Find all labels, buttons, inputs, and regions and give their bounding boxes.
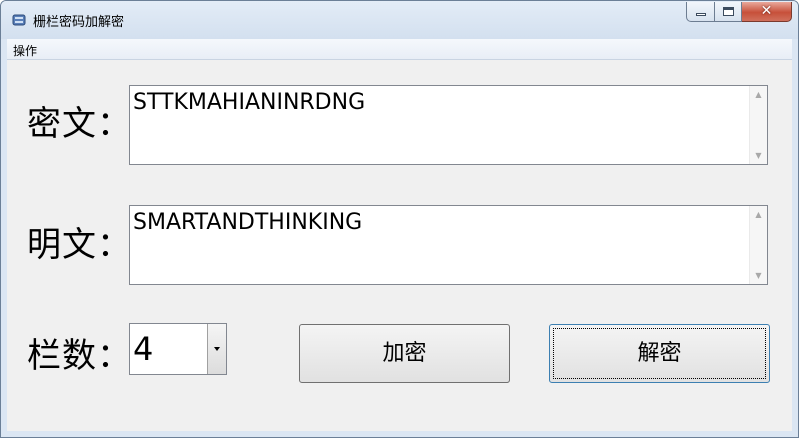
scroll-up-icon[interactable]: ▲ <box>750 206 767 223</box>
plaintext-input[interactable]: SMARTANDTHINKING ▲ ▼ <box>129 205 768 285</box>
maximize-button[interactable] <box>715 2 742 22</box>
app-window: 栅栏密码加解密 ✕ 操作 密文： STTKMAHIANINRDNG ▲ ▼ 明文… <box>0 0 799 438</box>
close-icon: ✕ <box>760 3 773 19</box>
plaintext-scrollbar[interactable]: ▲ ▼ <box>749 206 767 284</box>
encrypt-button[interactable]: 加密 <box>299 324 510 383</box>
ciphertext-scrollbar[interactable]: ▲ ▼ <box>749 86 767 164</box>
close-button[interactable]: ✕ <box>742 2 792 22</box>
rails-label: 栏数： <box>27 336 132 376</box>
caption-buttons: ✕ <box>686 2 792 23</box>
window-title: 栅栏密码加解密 <box>33 15 125 30</box>
ciphertext-value: STTKMAHIANINRDNG <box>133 90 366 115</box>
rails-combobox[interactable]: 4 <box>129 323 227 375</box>
decrypt-button[interactable]: 解密 <box>549 324 770 383</box>
ciphertext-input[interactable]: STTKMAHIANINRDNG ▲ ▼ <box>129 85 768 165</box>
scroll-up-icon[interactable]: ▲ <box>750 86 767 103</box>
plaintext-value: SMARTANDTHINKING <box>133 210 363 235</box>
rails-dropdown-button[interactable] <box>207 324 226 374</box>
menu-bar: 操作 <box>7 39 792 60</box>
maximize-icon <box>723 7 734 16</box>
chevron-down-icon <box>214 347 220 351</box>
plaintext-label: 明文： <box>27 225 132 265</box>
rails-value: 4 <box>133 330 154 368</box>
title-bar[interactable]: 栅栏密码加解密 ✕ <box>1 1 798 39</box>
ciphertext-label: 密文： <box>27 104 132 144</box>
minimize-icon <box>696 13 706 16</box>
form-area: 密文： STTKMAHIANINRDNG ▲ ▼ 明文： SMARTANDTHI… <box>7 60 792 431</box>
focus-rect <box>553 328 766 379</box>
scroll-down-icon[interactable]: ▼ <box>750 147 767 164</box>
app-icon <box>12 14 26 26</box>
minimize-button[interactable] <box>686 2 715 22</box>
scroll-down-icon[interactable]: ▼ <box>750 267 767 284</box>
menu-item-operation[interactable]: 操作 <box>13 42 37 59</box>
